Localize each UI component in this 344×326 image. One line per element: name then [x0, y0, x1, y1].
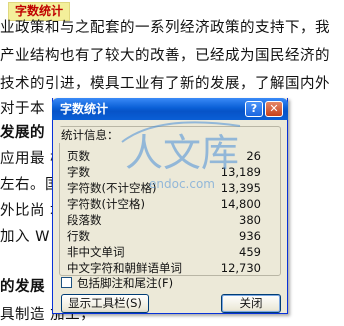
stat-value: 13,395: [220, 181, 261, 195]
stat-value: 936: [239, 229, 261, 243]
stat-row-words: 字数 13,189: [67, 166, 273, 179]
stat-value: 12,730: [220, 261, 261, 275]
stat-label: 字符数(计空格): [67, 197, 145, 211]
help-button[interactable]: ?: [245, 101, 263, 117]
stat-row-lines: 行数 936: [67, 230, 273, 243]
stat-label: 中文字符和朝鲜语单词: [67, 261, 182, 275]
statistics-group-label: 统计信息：: [59, 127, 121, 143]
stat-label: 页数: [67, 149, 90, 163]
stat-row-pages: 页数 26: [67, 150, 273, 163]
document-line: 技术的引进，模具工业有了新的发展，了解国内外: [0, 76, 330, 92]
document-line: 产业结构也有了较大的改善，已经成为国民经济的: [0, 48, 330, 64]
stat-value: 13,189: [220, 165, 261, 179]
stat-value: 26: [246, 149, 261, 163]
document-line: 业政策和与之配套的一系列经济政策的支持下，我: [0, 20, 330, 36]
close-button[interactable]: 关闭: [221, 294, 281, 313]
footnotes-checkbox-label[interactable]: 包括脚注和尾注(F): [77, 276, 173, 290]
word-count-dialog: 字数统计 ? ✕ 统计信息： 页数 26 字数 13,189 字符数(不计空格)…: [52, 98, 288, 314]
show-toolbar-button[interactable]: 显示工具栏(S): [61, 294, 149, 313]
stat-value: 459: [239, 245, 261, 259]
dialog-titlebar[interactable]: 字数统计 ? ✕: [52, 98, 288, 120]
stat-value: 14,800: [220, 197, 261, 211]
stat-row-chars-with-spaces: 字符数(计空格) 14,800: [67, 198, 273, 211]
stat-label: 字符数(不计空格): [67, 181, 157, 195]
dialog-title: 字数统计: [60, 102, 109, 116]
stat-row-chars-no-spaces: 字符数(不计空格) 13,395: [67, 182, 273, 195]
stat-value: 380: [239, 213, 261, 227]
stat-label: 行数: [67, 229, 90, 243]
footnotes-option[interactable]: 包括脚注和尾注(F): [61, 276, 281, 290]
stat-row-chinese-korean: 中文字符和朝鲜语单词 12,730: [67, 262, 273, 275]
stat-label: 字数: [67, 165, 90, 179]
stat-row-non-chinese-words: 非中文单词 459: [67, 246, 273, 259]
close-icon[interactable]: ✕: [265, 101, 283, 117]
stat-label: 非中文单词: [67, 245, 125, 259]
stat-row-paragraphs: 段落数 380: [67, 214, 273, 227]
stat-label: 段落数: [67, 213, 102, 227]
footnotes-checkbox[interactable]: [61, 277, 72, 288]
